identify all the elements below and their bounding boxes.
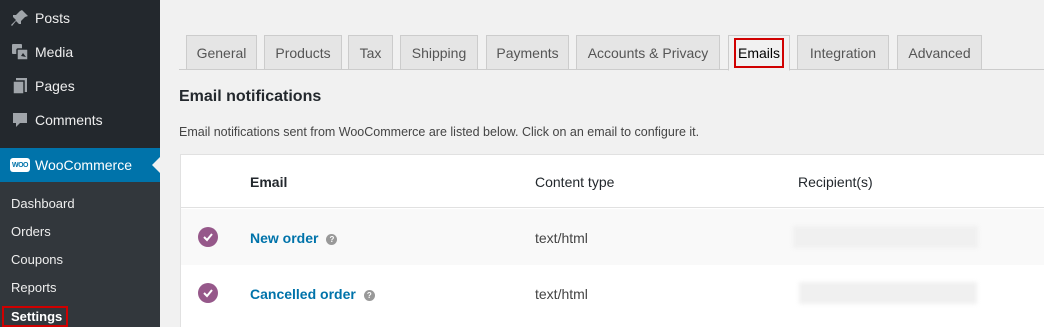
menu-label: Pages [35,78,75,94]
tab-payments[interactable]: Payments [486,35,569,70]
tab-accounts-privacy[interactable]: Accounts & Privacy [576,35,720,70]
email-name: Cancelled order [250,286,356,302]
tab-emails[interactable]: Emails [728,35,790,71]
tab-label: Tax [359,44,382,61]
column-header-email: Email [250,174,288,190]
tab-label: Accounts & Privacy [587,44,709,61]
tab-general[interactable]: General [186,35,257,70]
recipient-redacted [793,226,978,248]
tab-label: Emails [733,38,784,68]
table-header: Email Content type Recipient(s) [181,155,1044,208]
content-type: text/html [535,230,588,246]
menu-item-comments[interactable]: Comments [0,103,160,137]
enabled-check-icon [198,227,218,247]
submenu-orders[interactable]: Orders [11,224,51,239]
pages-icon [7,76,33,96]
pin-icon [7,8,33,28]
submenu-reports[interactable]: Reports [11,280,57,295]
tab-label: Advanced [908,44,971,61]
section-title: Email notifications [179,88,322,105]
email-link-cancelled-order[interactable]: Cancelled order? [250,286,375,302]
table-row[interactable]: New order? text/html [181,209,1044,265]
table-row[interactable]: Cancelled order? text/html [181,265,1044,321]
column-header-content-type: Content type [535,174,615,190]
tab-products[interactable]: Products [264,35,342,70]
woo-icon: WOO [7,155,33,175]
menu-item-posts[interactable]: Posts [0,1,160,35]
section-description: Email notifications sent from WooCommerc… [179,125,700,139]
tab-label: Shipping [411,44,467,61]
help-icon[interactable]: ? [363,290,375,301]
submenu-coupons[interactable]: Coupons [11,252,63,267]
email-name: New order [250,230,319,246]
admin-sidebar: Posts Media Pages Comments WOO WooCommer… [0,0,160,327]
menu-label: Posts [35,10,71,26]
column-header-recipients: Recipient(s) [798,174,873,190]
menu-item-media[interactable]: Media [0,35,160,69]
menu-label: WooCommerce [35,157,132,173]
menu-label: Media [35,44,74,60]
tab-tax[interactable]: Tax [348,35,393,70]
content-type: text/html [535,286,588,302]
submenu-dashboard[interactable]: Dashboard [11,196,75,211]
tab-label: Integration [809,44,877,61]
tab-shipping[interactable]: Shipping [400,35,478,70]
email-link-new-order[interactable]: New order? [250,230,338,246]
tab-label: Payments [496,44,559,61]
comments-icon [7,110,33,130]
media-icon [7,42,33,62]
submenu-settings[interactable]: Settings [1,306,69,327]
tab-advanced[interactable]: Advanced [897,35,982,70]
recipient-redacted [799,282,977,304]
enabled-check-icon [198,283,218,303]
menu-item-woocommerce[interactable]: WOO WooCommerce [0,148,160,182]
email-notifications-table: Email Content type Recipient(s) New orde… [180,154,1044,327]
help-icon[interactable]: ? [326,234,338,245]
menu-label: Comments [35,112,103,128]
woocommerce-submenu: Dashboard Orders Coupons Reports Setting… [0,182,160,327]
tab-label: General [196,44,247,61]
menu-item-pages[interactable]: Pages [0,69,160,103]
tab-integration[interactable]: Integration [797,35,889,70]
tab-label: Products [275,44,331,61]
